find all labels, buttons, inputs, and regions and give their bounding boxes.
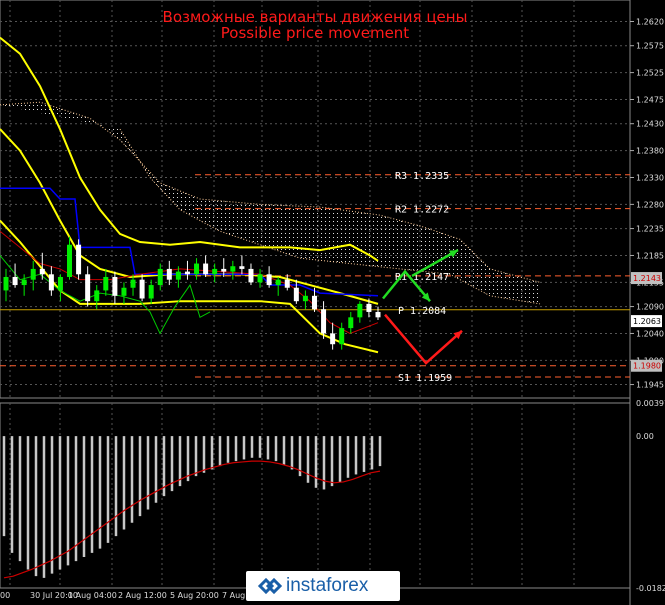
price-tick-label: 1.2575 (636, 42, 664, 51)
forecast-arrow-red (384, 313, 463, 365)
candle-body (203, 263, 209, 275)
candle-body (221, 268, 227, 272)
candle-body (266, 274, 272, 286)
pivot-label-r2: R2 1.2272 (395, 205, 449, 216)
candle-body (212, 268, 218, 275)
oscillator-tick-label: -0.01822 (636, 584, 665, 593)
logo-icon (257, 577, 283, 595)
candle-body (184, 271, 190, 275)
time-axis-label: 7 Aug (222, 591, 245, 600)
price-tick-label: 1.2040 (636, 329, 664, 338)
price-tick-label: 1.2380 (636, 147, 664, 156)
candle-body (194, 263, 200, 275)
time-axis-label: 5 Aug 20:00 (170, 591, 219, 600)
candle-body (257, 274, 263, 283)
candle-body (157, 268, 163, 286)
candle-body (85, 274, 91, 302)
price-tick-label: 1.2475 (636, 96, 664, 105)
candle-body (293, 287, 299, 302)
price-tick-label: 1.1945 (636, 381, 664, 390)
time-axis-label: 00 (0, 591, 10, 600)
chart-window: 1.2620 1.2575 1.2525 1.2475 1.2430 1.2380 1.23… (0, 0, 665, 605)
price-tick-label: 1.2430 (636, 120, 664, 129)
candle-body (76, 244, 82, 275)
oscillator-pane-frame (0, 402, 631, 589)
forecast-arrow-red-line (384, 313, 463, 365)
candle-body (275, 279, 281, 286)
watermark-text: instaforex (286, 575, 369, 596)
candle-body (311, 295, 317, 310)
candle-body (57, 276, 63, 291)
candle-body (330, 333, 336, 345)
price-tag-upper: 1.2143 (633, 274, 661, 283)
candle-body (175, 271, 181, 280)
chart-title-ru: Возможные варианты движения цены (162, 8, 468, 26)
candle-body (148, 285, 154, 299)
candle-body (348, 317, 354, 329)
candle-body (339, 328, 345, 345)
candle-body (357, 303, 363, 318)
pivot-label-s1: S1 1.1959 (398, 373, 452, 384)
price-tick-label: 1.2525 (636, 69, 664, 78)
price-tick-label: 1.2280 (636, 200, 664, 209)
oscillator-tick-label: 0.00397 (636, 399, 665, 408)
candle-body (112, 276, 118, 296)
candle-body (12, 276, 18, 286)
price-tick-label: 1.2620 (636, 18, 664, 27)
price-chart: 1.2620 1.2575 1.2525 1.2475 1.2430 1.2380 1.23… (0, 0, 665, 605)
candle-body (39, 268, 45, 275)
candle-body (230, 266, 236, 272)
candle-body (48, 274, 54, 291)
current-price-tag: 1.2063 (633, 317, 661, 326)
candle-body (103, 276, 109, 291)
candle-body (302, 295, 308, 302)
candle-body (121, 287, 127, 296)
candle-body (248, 268, 254, 283)
chart-title-en: Possible price movement (220, 24, 410, 42)
candle-body (139, 279, 145, 299)
candle-body (284, 279, 290, 288)
price-tick-label: 1.2330 (636, 173, 664, 182)
candle-body (67, 244, 73, 277)
candle-body (375, 311, 381, 318)
candle-body (166, 268, 172, 280)
candle-body (366, 303, 372, 312)
candle-body (3, 276, 9, 291)
candle-body (321, 309, 327, 334)
candle-body (94, 290, 100, 302)
price-tick-label: 1.2090 (636, 303, 664, 312)
time-axis-label: 1 Aug 04:00 (68, 591, 117, 600)
candle-body (239, 266, 245, 269)
price-tick-label: 1.2185 (636, 251, 664, 260)
price-tick-label: 1.2235 (636, 225, 664, 234)
pivot-label-p: P 1.2084 (398, 306, 446, 317)
candle-body (130, 279, 136, 288)
price-tag-lower: 1.1980 (633, 362, 661, 371)
pivot-label-r3: R3 1.2335 (395, 171, 449, 182)
candle-body (30, 268, 36, 280)
candle-body (21, 279, 27, 286)
oscillator-tick-label: 0.00 (636, 432, 654, 441)
watermark-logo: instaforex (246, 571, 400, 601)
time-axis-label: 2 Aug 12:00 (118, 591, 167, 600)
